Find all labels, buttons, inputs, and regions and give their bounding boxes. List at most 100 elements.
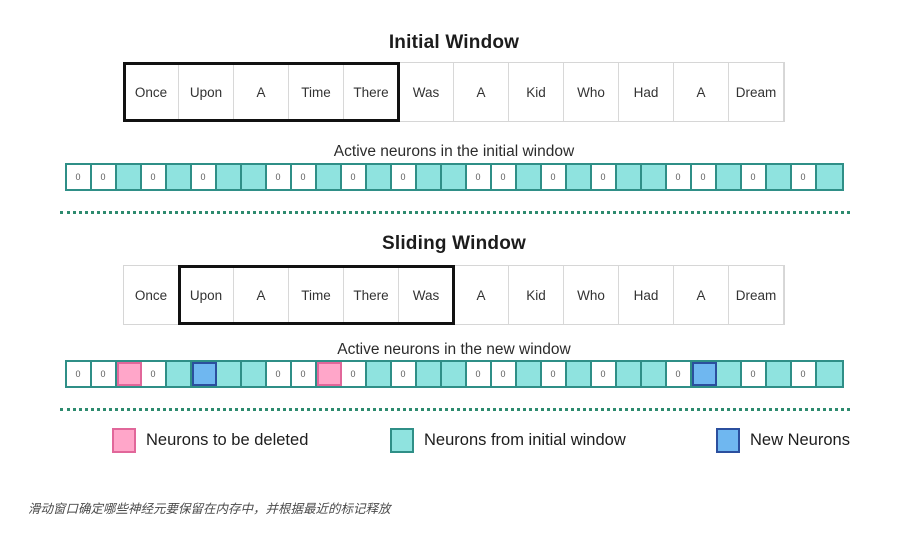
blue-swatch-icon [716, 427, 740, 453]
neuron-cell-cyan [441, 362, 467, 386]
neuron-cell-zero: 0 [266, 165, 292, 189]
token-cell[interactable]: Was [399, 63, 454, 121]
neuron-cell-cyan [116, 165, 142, 189]
sliding-window-title: Sliding Window [381, 233, 527, 254]
neuron-cell-zero: 0 [466, 362, 492, 386]
neuron-cell-zero: 0 [791, 165, 817, 189]
neuron-cell-cyan [216, 362, 242, 386]
token-cell[interactable]: Was [399, 266, 454, 324]
neuron-cell-cyan [766, 362, 792, 386]
neuron-cell-zero: 0 [741, 165, 767, 189]
cyan-swatch-icon [390, 427, 414, 453]
neuron-cell-cyan [816, 165, 842, 189]
neuron-cell-zero: 0 [541, 362, 567, 386]
neuron-cell-cyan [241, 362, 267, 386]
sliding-strip-caption: Active neurons in the new window [337, 341, 571, 358]
section-divider-bottom [60, 408, 850, 411]
initial-window-title: Initial Window [388, 32, 520, 53]
neuron-cell-cyan [216, 165, 242, 189]
token-cell[interactable]: Time [289, 63, 344, 121]
neuron-cell-blue [691, 362, 717, 386]
sliding-neuron-strip-wrapper: 00000000000000 [0, 360, 908, 388]
neuron-cell-zero: 0 [491, 165, 517, 189]
token-cell[interactable]: Kid [509, 266, 564, 324]
neuron-cell-cyan [516, 165, 542, 189]
neuron-cell-zero: 0 [91, 362, 117, 386]
token-cell[interactable]: Time [289, 266, 344, 324]
neuron-cell-zero: 0 [666, 362, 692, 386]
initial-neuron-strip: 0000000000000000 [64, 163, 844, 191]
neuron-cell-zero: 0 [66, 165, 92, 189]
token-cell[interactable]: Once [124, 63, 179, 121]
neuron-cell-cyan [366, 165, 392, 189]
neuron-cell-cyan [416, 362, 442, 386]
legend-item-pink: Neurons to be deleted [112, 427, 309, 453]
neuron-cell-pink [116, 362, 142, 386]
neuron-cell-zero: 0 [66, 362, 92, 386]
sliding-window-table-wrapper: Once Upon A Time There Was A Kid Who Had A Dream [0, 265, 908, 325]
neuron-cell-zero: 0 [341, 165, 367, 189]
token-cell[interactable]: Dream [729, 63, 784, 121]
neuron-cell-cyan [566, 165, 592, 189]
token-cell[interactable]: A [454, 63, 509, 121]
neuron-cell-blue [191, 362, 217, 386]
token-cell[interactable]: Who [564, 63, 619, 121]
neuron-cell-cyan [416, 165, 442, 189]
token-cell[interactable]: Had [619, 63, 674, 121]
legend-label: New Neurons [750, 430, 850, 449]
token-cell[interactable]: A [674, 63, 729, 121]
token-cell[interactable]: A [454, 266, 509, 324]
neuron-cell-cyan [566, 362, 592, 386]
token-cell[interactable]: Once [124, 266, 179, 324]
neuron-cell-cyan [766, 165, 792, 189]
neuron-cell-zero: 0 [541, 165, 567, 189]
token-cell[interactable]: Had [619, 266, 674, 324]
legend-label: Neurons to be deleted [146, 430, 309, 449]
token-cell[interactable]: Kid [509, 63, 564, 121]
neuron-cell-cyan [641, 165, 667, 189]
neuron-cell-zero: 0 [291, 165, 317, 189]
neuron-cell-cyan [616, 362, 642, 386]
token-cell[interactable]: There [344, 266, 399, 324]
token-cell[interactable]: A [234, 266, 289, 324]
neuron-cell-zero: 0 [491, 362, 517, 386]
neuron-cell-zero: 0 [266, 362, 292, 386]
initial-strip-caption: Active neurons in the initial window [333, 143, 575, 160]
sliding-window-token-table: Once Upon A Time There Was A Kid Who Had A Dream [123, 265, 785, 325]
neuron-cell-zero: 0 [591, 362, 617, 386]
neuron-cell-zero: 0 [791, 362, 817, 386]
neuron-cell-zero: 0 [291, 362, 317, 386]
legend-item-blue: New Neurons [716, 427, 850, 453]
token-cell[interactable]: A [674, 266, 729, 324]
sliding-neuron-strip: 00000000000000 [64, 360, 844, 388]
neuron-cell-cyan [516, 362, 542, 386]
neuron-cell-zero: 0 [141, 165, 167, 189]
neuron-cell-cyan [166, 165, 192, 189]
neuron-cell-zero: 0 [741, 362, 767, 386]
neuron-cell-zero: 0 [391, 362, 417, 386]
section-divider-top [60, 211, 850, 214]
neuron-cell-pink [316, 362, 342, 386]
token-cell[interactable]: There [344, 63, 399, 121]
legend-label: Neurons from initial window [424, 430, 626, 449]
token-cell[interactable]: Who [564, 266, 619, 324]
token-cell[interactable]: Upon [179, 266, 234, 324]
neuron-cell-cyan [641, 362, 667, 386]
neuron-cell-zero: 0 [666, 165, 692, 189]
token-cell[interactable]: Dream [729, 266, 784, 324]
neuron-cell-cyan [166, 362, 192, 386]
neuron-cell-cyan [316, 165, 342, 189]
neuron-cell-zero: 0 [141, 362, 167, 386]
neuron-cell-zero: 0 [91, 165, 117, 189]
initial-window-table-wrapper: Once Upon A Time There Was A Kid Who Had A Dream [0, 62, 908, 122]
neuron-cell-cyan [716, 165, 742, 189]
neuron-cell-zero: 0 [391, 165, 417, 189]
token-cell[interactable]: Upon [179, 63, 234, 121]
neuron-cell-zero: 0 [191, 165, 217, 189]
neuron-cell-cyan [716, 362, 742, 386]
neuron-cell-cyan [241, 165, 267, 189]
token-cell[interactable]: A [234, 63, 289, 121]
pink-swatch-icon [112, 427, 136, 453]
neuron-cell-zero: 0 [691, 165, 717, 189]
neuron-cell-zero: 0 [466, 165, 492, 189]
